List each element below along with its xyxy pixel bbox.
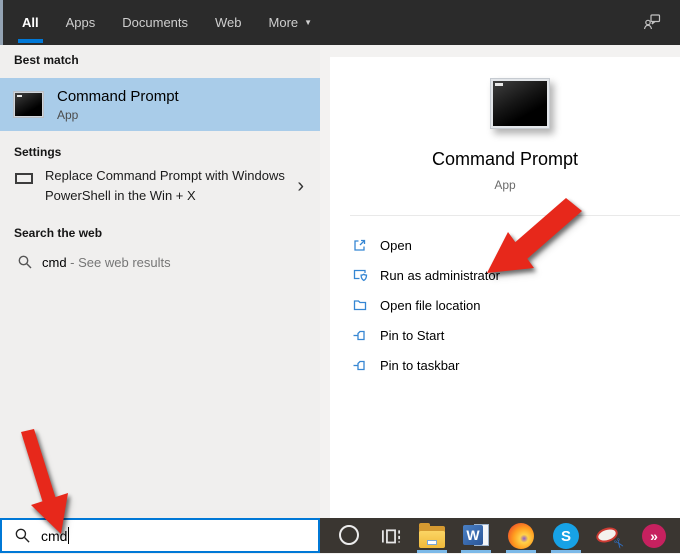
pin-icon	[353, 360, 365, 371]
result-title: Command Prompt	[57, 87, 179, 105]
screen-clip-icon[interactable]: ✂	[594, 523, 628, 552]
context-actions: Open Run as administrator Open file loca…	[330, 230, 680, 380]
action-open[interactable]: Open	[330, 230, 680, 260]
best-match-result-command-prompt[interactable]: Command Prompt App	[0, 78, 320, 131]
feedback-icon[interactable]	[642, 12, 662, 37]
tab-more-label: More	[268, 15, 299, 30]
action-label: Open	[380, 237, 412, 253]
pin-icon	[353, 330, 365, 341]
tab-apps-label: Apps	[65, 15, 96, 30]
tab-more[interactable]: More ▼	[269, 0, 313, 45]
result-subtitle: App	[57, 107, 79, 122]
action-label: Pin to Start	[380, 327, 445, 343]
text-caret	[68, 527, 70, 544]
search-flyout-header: All Apps Documents Web More ▼	[0, 0, 680, 45]
chevron-down-icon: ▼	[304, 18, 313, 27]
pink-app-icon[interactable]: »	[642, 523, 668, 549]
taskbar: W S ✂ »	[320, 518, 680, 553]
command-prompt-icon	[13, 91, 44, 118]
run-as-administrator-icon	[353, 269, 368, 282]
tab-web[interactable]: Web	[215, 0, 242, 45]
settings-header: Settings	[14, 145, 62, 159]
search-icon	[15, 528, 30, 543]
tab-documents-label: Documents	[122, 15, 189, 30]
chevron-right-icon[interactable]: ›	[297, 175, 304, 198]
web-suffix: - See web results	[66, 254, 171, 270]
cortana-icon[interactable]	[336, 523, 362, 549]
action-run-as-administrator[interactable]: Run as administrator	[330, 260, 680, 290]
task-view-icon[interactable]	[378, 523, 404, 549]
search-input[interactable]: cmd	[0, 518, 320, 553]
open-file-location-icon	[353, 300, 367, 311]
preview-title: Command Prompt	[431, 149, 579, 169]
action-pin-to-taskbar[interactable]: Pin to taskbar	[330, 350, 680, 380]
command-prompt-icon	[490, 78, 550, 129]
web-search-result-cmd[interactable]: cmd - See web results	[0, 246, 320, 278]
search-input-value: cmd	[41, 527, 68, 544]
window-rectangle-icon	[15, 173, 33, 184]
tab-apps[interactable]: Apps	[66, 0, 96, 45]
action-label: Open file location	[380, 297, 481, 313]
word-icon[interactable]: W	[463, 523, 489, 549]
tab-all[interactable]: All	[18, 0, 43, 45]
search-the-web-header: Search the web	[14, 226, 103, 240]
divider	[350, 215, 680, 216]
search-icon	[18, 255, 32, 269]
preview-card: Command Prompt App Open Run as administr…	[330, 57, 680, 518]
settings-result-replace-cmd-powershell[interactable]: Replace Command Prompt with Windows Powe…	[0, 163, 320, 215]
open-icon	[354, 239, 366, 251]
tab-documents[interactable]: Documents	[122, 0, 188, 45]
web-query: cmd	[42, 254, 67, 270]
skype-icon[interactable]: S	[553, 523, 579, 549]
settings-result-label: Replace Command Prompt with Windows Powe…	[45, 168, 285, 203]
search-filter-tabs: All Apps Documents Web More ▼	[3, 0, 339, 45]
action-label: Pin to taskbar	[380, 357, 460, 373]
best-match-header: Best match	[14, 53, 79, 67]
tab-all-label: All	[22, 15, 39, 30]
file-explorer-icon[interactable]	[419, 523, 445, 549]
action-pin-to-start[interactable]: Pin to Start	[330, 320, 680, 350]
firefox-icon[interactable]	[508, 523, 534, 549]
preview-pane: Command Prompt App Open Run as administr…	[320, 45, 680, 518]
action-label: Run as administrator	[380, 267, 500, 283]
action-open-file-location[interactable]: Open file location	[330, 290, 680, 320]
preview-subtitle: App	[494, 178, 516, 192]
search-results-panel: Best match Command Prompt App Settings R…	[0, 45, 320, 518]
tab-web-label: Web	[215, 15, 242, 30]
